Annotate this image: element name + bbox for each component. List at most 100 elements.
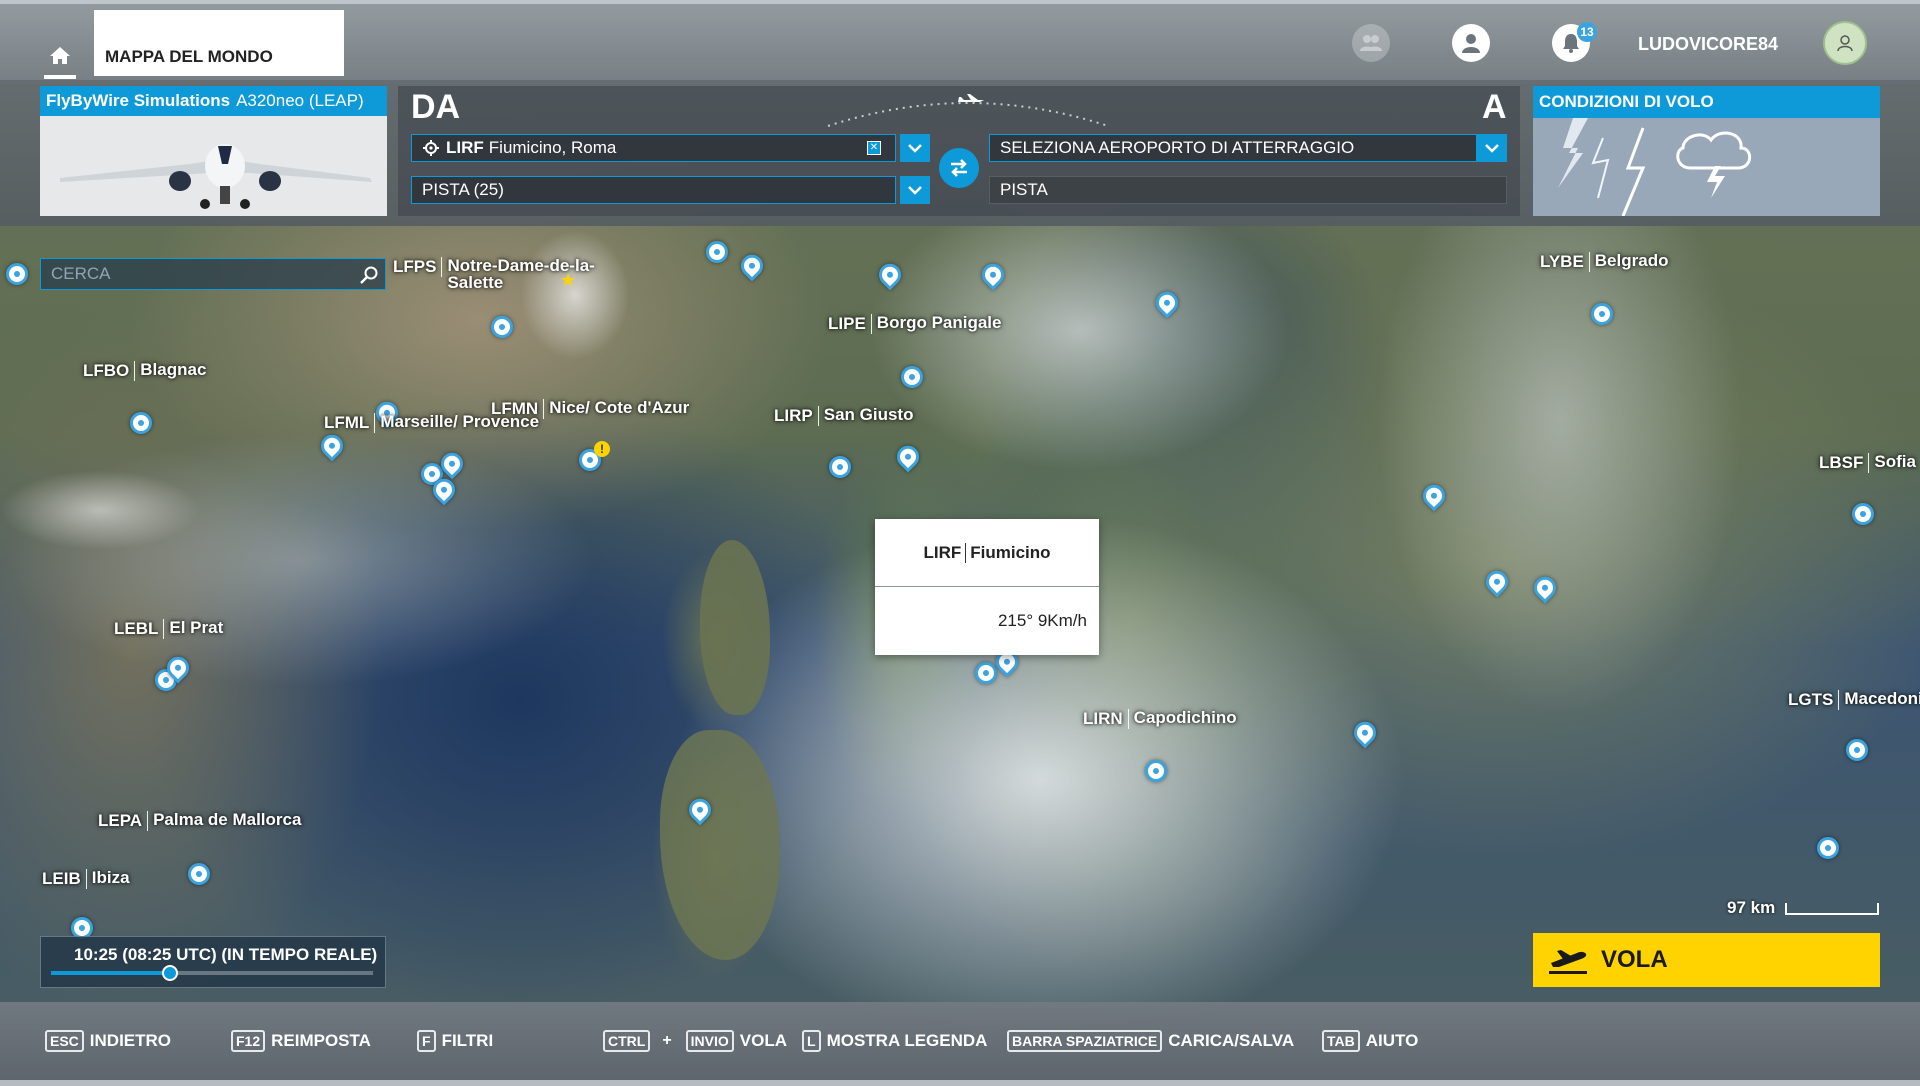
hint-reset[interactable]: F12 REIMPOSTA	[231, 1030, 371, 1052]
airport-pin[interactable]	[1481, 566, 1513, 598]
airport-pin[interactable]	[706, 241, 728, 263]
search-placeholder: CERCA	[51, 264, 111, 283]
search-input[interactable]: CERCA	[40, 258, 386, 290]
clear-icon[interactable]: ✕	[867, 141, 881, 155]
username[interactable]: LUDOVICORE84	[1638, 34, 1778, 55]
airport-name: Borgo Panigale	[876, 313, 1002, 332]
arrival-runway-field[interactable]: PISTA	[989, 176, 1507, 204]
airport-label[interactable]: LFBO Blagnac	[83, 361, 206, 381]
departure-dropdown-button[interactable]	[900, 134, 930, 162]
notification-badge: 13	[1577, 22, 1597, 42]
airport-pin[interactable]	[1349, 717, 1381, 749]
fly-button-label: VOLA	[1601, 946, 1668, 973]
plus-sign: +	[662, 1032, 672, 1049]
airport-pin[interactable]	[6, 263, 28, 285]
search-icon[interactable]	[359, 265, 379, 285]
airport-label[interactable]: LIRP San Giusto	[774, 406, 913, 426]
airport-pin[interactable]	[1591, 303, 1613, 325]
airport-pin[interactable]	[316, 430, 348, 462]
departure-name: Fiumicino, Roma	[488, 138, 617, 157]
hint-back[interactable]: ESC INDIETRO	[45, 1030, 171, 1052]
airport-label[interactable]: LEBL El Prat	[114, 619, 223, 639]
airport-label[interactable]: LGTS Macedoni	[1788, 690, 1920, 710]
time-slider-knob[interactable]	[162, 965, 179, 981]
tab-world-map[interactable]: MAPPA DEL MONDO	[94, 10, 344, 76]
friends-button[interactable]	[1352, 24, 1390, 62]
airport-pin[interactable]	[1151, 287, 1183, 319]
popup-airport-name: Fiumicino	[970, 542, 1051, 562]
friends-icon	[1360, 35, 1382, 51]
star-icon[interactable]: ★	[560, 270, 576, 291]
airport-code: LIRN	[1083, 709, 1129, 729]
airport-pin[interactable]	[1852, 503, 1874, 525]
airport-label[interactable]: LEIB Ibiza	[42, 869, 130, 889]
aircraft-model: A320neo (LEAP)	[236, 91, 364, 110]
aircraft-selector[interactable]: FlyByWire Simulations A320neo (LEAP)	[40, 86, 387, 216]
departure-airport-field[interactable]: LIRF Fiumicino, Roma ✕	[411, 134, 896, 162]
swap-icon	[951, 159, 967, 177]
hint-filters[interactable]: F FILTRI	[417, 1030, 493, 1052]
hint-load-save[interactable]: BARRA SPAZIATRICE CARICA/SALVA	[1007, 1030, 1294, 1052]
airport-label[interactable]: LYBE Belgrado	[1540, 252, 1668, 272]
home-button[interactable]	[40, 39, 80, 79]
airport-pin[interactable]	[1529, 572, 1561, 604]
arrival-dropdown-button[interactable]	[1477, 134, 1507, 162]
airport-pin[interactable]	[874, 259, 906, 291]
map-scale-label: 97 km	[1727, 898, 1776, 917]
airport-pin[interactable]	[1418, 480, 1450, 512]
airport-label[interactable]: LEPA Palma de Mallorca	[98, 811, 301, 831]
chevron-down-icon	[1485, 144, 1499, 153]
departure-runway-field[interactable]: PISTA (25)	[411, 176, 896, 204]
hint-legend[interactable]: L MOSTRA LEGENDA	[802, 1030, 987, 1052]
airport-pin-lirf-selected[interactable]	[975, 662, 997, 684]
airport-icon	[423, 140, 439, 156]
hint-fly[interactable]: CTRL + INVIO VOLA	[603, 1030, 787, 1052]
hint-label: VOLA	[739, 1031, 788, 1050]
airport-name: Notre-Dame-de-la-Salette	[447, 256, 595, 292]
aircraft-title: FlyByWire Simulations A320neo (LEAP)	[40, 86, 387, 116]
airport-info-popup[interactable]: LIRF Fiumicino 215° 9Km/h	[875, 519, 1099, 655]
airport-name: San Giusto	[823, 405, 914, 424]
airport-pin[interactable]	[491, 316, 513, 338]
profile-button[interactable]	[1452, 24, 1490, 62]
departure-code: LIRF	[446, 138, 484, 157]
airport-pin[interactable]	[736, 250, 768, 282]
to-label: A	[1482, 88, 1507, 126]
airport-code: LFBO	[83, 361, 136, 381]
airport-pin[interactable]	[188, 863, 210, 885]
airport-code: LFPS	[393, 257, 443, 277]
arrival-airport-field[interactable]: SELEZIONA AEROPORTO DI ATTERRAGGIO	[989, 134, 1477, 162]
key-badge: F12	[231, 1030, 266, 1052]
airport-pin[interactable]	[1817, 837, 1839, 859]
time-label: 10:25 (08:25 UTC) (IN TEMPO REALE)	[74, 945, 378, 964]
popup-airport-code: LIRF	[923, 542, 967, 563]
time-slider-track[interactable]	[51, 965, 373, 981]
airport-pin[interactable]	[977, 259, 1009, 291]
top-bar: MAPPA DEL MONDO 13 LUDOVICORE84	[0, 0, 1920, 84]
airport-label[interactable]: LIPE Borgo Panigale	[828, 314, 1001, 334]
airport-pin[interactable]	[130, 412, 152, 434]
avatar[interactable]	[1823, 21, 1867, 65]
airport-pin[interactable]	[901, 366, 923, 388]
airport-label[interactable]: LBSF Sofia	[1819, 453, 1916, 473]
hint-label: MOSTRA LEGENDA	[826, 1031, 988, 1050]
hint-help[interactable]: TAB AIUTO	[1322, 1030, 1418, 1052]
airport-name: Palma de Mallorca	[153, 810, 302, 829]
fly-button[interactable]: VOLA	[1533, 933, 1880, 987]
warning-icon[interactable]: !	[594, 441, 610, 457]
airport-label[interactable]: LIRN Capodichino	[1083, 709, 1237, 729]
airport-label[interactable]: LFML Marseille/ Provence	[324, 413, 539, 433]
airport-pin[interactable]	[1846, 739, 1868, 761]
airport-name: El Prat	[169, 618, 224, 637]
departure-runway-dropdown-button[interactable]	[900, 176, 930, 204]
weather-title: CONDIZIONI DI VOLO	[1533, 86, 1880, 118]
key-badge: INVIO	[685, 1030, 734, 1052]
airport-pin[interactable]	[829, 456, 851, 478]
airport-pin[interactable]	[1145, 760, 1167, 782]
swap-airports-button[interactable]	[939, 148, 979, 188]
airport-pin[interactable]	[892, 441, 924, 473]
weather-conditions-card[interactable]: CONDIZIONI DI VOLO	[1533, 86, 1880, 216]
time-control[interactable]: 10:25 (08:25 UTC) (IN TEMPO REALE)	[40, 936, 386, 988]
aircraft-brand: FlyByWire Simulations	[46, 91, 231, 110]
pyrenees-snow	[0, 470, 200, 550]
